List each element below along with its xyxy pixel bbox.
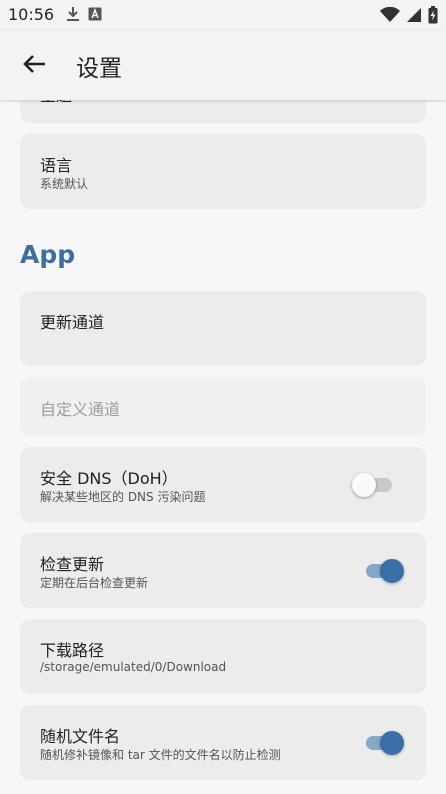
settings-item-subtitle: /storage/emulated/0/Download	[40, 660, 227, 674]
back-button[interactable]	[18, 50, 50, 82]
wifi-icon	[380, 6, 400, 27]
settings-item-language[interactable]: 语言 系统默认	[20, 134, 426, 209]
settings-item-title: 语言	[40, 156, 73, 175]
settings-item-secure-dns[interactable]: 安全 DNS（DoH） 解决某些地区的 DNS 污染问题	[20, 447, 426, 522]
settings-item-download-path[interactable]: 下载路径 /storage/emulated/0/Download	[20, 619, 426, 694]
settings-list[interactable]: 主题 语言 系统默认 App 更新通道 自定义通道 安全 DNS（DoH） 解决…	[0, 100, 446, 794]
status-bar: 10:56	[0, 0, 446, 30]
settings-item-title: 自定义通道	[40, 400, 121, 419]
status-time: 10:56	[8, 5, 55, 24]
secure-dns-toggle[interactable]	[352, 471, 394, 499]
settings-item-subtitle: 随机修补镜像和 tar 文件的文件名以防止检测	[40, 748, 281, 762]
cell-signal-icon	[406, 7, 422, 27]
settings-item-random-filename[interactable]: 随机文件名 随机修补镜像和 tar 文件的文件名以防止检测	[20, 705, 426, 780]
settings-item-title: 检查更新	[40, 555, 105, 574]
check-update-toggle[interactable]	[362, 557, 404, 585]
section-header-app: App	[20, 240, 76, 269]
random-filename-toggle[interactable]	[362, 729, 404, 757]
settings-item-custom-channel: 自定义通道	[20, 377, 426, 436]
settings-item-check-update[interactable]: 检查更新 定期在后台检查更新	[20, 533, 426, 608]
settings-item-subtitle: 系统默认	[40, 177, 89, 191]
app-bar: 设置	[0, 30, 446, 100]
settings-item-title: 安全 DNS（DoH）	[40, 469, 178, 488]
settings-item-update-channel[interactable]: 更新通道	[20, 291, 426, 366]
back-arrow-icon	[22, 54, 46, 78]
font-icon	[88, 6, 102, 26]
settings-item-subtitle: 定期在后台检查更新	[40, 576, 149, 590]
settings-item-title: 下载路径	[40, 641, 105, 660]
download-icon	[66, 6, 80, 26]
settings-item-subtitle: 解决某些地区的 DNS 污染问题	[40, 490, 206, 504]
settings-item-title: 更新通道	[40, 313, 105, 332]
settings-item-title: 主题	[40, 100, 72, 106]
settings-item-theme[interactable]: 主题	[20, 100, 426, 123]
settings-item-title: 随机文件名	[40, 727, 121, 746]
battery-charging-icon	[428, 6, 438, 28]
page-title: 设置	[76, 56, 122, 82]
